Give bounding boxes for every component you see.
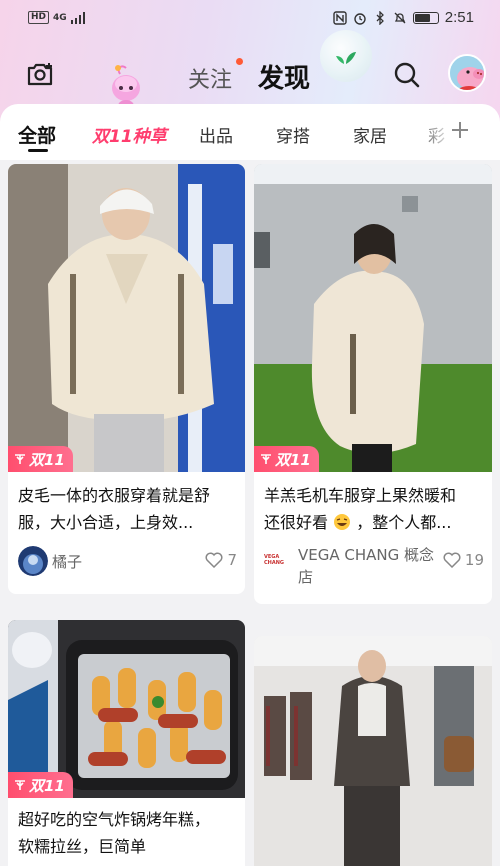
feed-card[interactable] — [254, 636, 492, 866]
like-count: 19 — [464, 551, 484, 569]
plus-icon[interactable] — [448, 118, 472, 142]
camera-icon[interactable] — [24, 58, 56, 90]
badge-label: 双11 — [275, 450, 311, 469]
author-name[interactable]: VEGA CHANG 概念 店 — [298, 544, 448, 588]
feed-card[interactable]: 双11 羊羔毛机车服穿上果然暖和 还很好看 ，整个人都... VEGA CHAN… — [254, 164, 492, 604]
tab-outfits[interactable]: 穿搭 — [276, 122, 310, 147]
title-line: 皮毛一体的衣服穿着就是舒 — [18, 486, 211, 505]
alarm-icon — [354, 12, 366, 25]
tmall-icon — [261, 454, 271, 464]
badge-label: 双11 — [29, 776, 65, 795]
double11-badge: 双11 — [8, 772, 73, 798]
tab-products[interactable]: 出品 — [199, 122, 233, 147]
tab-follow[interactable]: 关注 — [188, 62, 232, 94]
title-line: 软糯拉丝，巨简单 — [18, 837, 147, 856]
title-line: 服，大小合适，上身效... — [18, 513, 194, 532]
double11-badge: 双11 — [8, 446, 73, 472]
feed-grid: 双11 皮毛一体的衣服穿着就是舒 服，大小合适，上身效... 橘子 7 双11 … — [0, 160, 500, 866]
title-text: ，整个人都... — [356, 513, 452, 532]
status-bar: HD 4G 2:51 — [0, 0, 500, 36]
title-line: 羊羔毛机车服穿上果然暖和 — [264, 486, 457, 505]
laugh-emoji-icon — [334, 514, 351, 530]
bluetooth-icon — [376, 10, 384, 25]
tab-discover[interactable]: 发现 — [258, 58, 310, 95]
heart-icon — [443, 552, 461, 568]
decorative-bubble — [320, 30, 372, 82]
profile-avatar[interactable] — [448, 54, 486, 92]
card-title: 羊羔毛机车服穿上果然暖和 还很好看 ，整个人都... — [264, 482, 484, 536]
tab-double11[interactable]: 双11种草 — [92, 122, 167, 147]
card-image: 双11 — [8, 164, 245, 472]
like-button[interactable]: 19 — [443, 551, 484, 569]
like-count: 7 — [227, 551, 237, 569]
author-avatar[interactable] — [18, 546, 48, 576]
tmall-icon — [15, 780, 25, 790]
sprout-icon — [336, 52, 356, 64]
tab-home[interactable]: 家居 — [353, 122, 387, 147]
outfit-photo — [254, 636, 492, 866]
notification-dot — [236, 58, 243, 65]
author-name-line: 店 — [298, 568, 314, 586]
heart-icon — [205, 552, 223, 568]
title-text: 还很好看 — [264, 513, 329, 532]
title-line: 超好吃的空气炸锅烤年糕， — [18, 810, 211, 829]
status-time: 2:51 — [444, 9, 474, 26]
tmall-icon — [15, 454, 25, 464]
author-name-line: VEGA CHANG 概念 — [298, 546, 435, 564]
tab-all[interactable]: 全部 — [18, 121, 56, 148]
title-line: 还很好看 ，整个人都... — [264, 509, 484, 536]
top-nav: 关注 发现 — [0, 30, 500, 112]
feed-card[interactable]: 双11 皮毛一体的衣服穿着就是舒 服，大小合适，上身效... 橘子 7 — [8, 164, 245, 594]
card-image: 双11 — [8, 620, 245, 798]
card-title: 超好吃的空气炸锅烤年糕， 软糯拉丝，巨简单 — [18, 806, 237, 860]
jacket-photo — [8, 164, 245, 472]
card-image — [254, 636, 492, 866]
author-row: VEGA CHANG VEGA CHANG 概念 店 19 — [264, 546, 484, 594]
battery-icon — [412, 11, 439, 24]
card-image: 双11 — [254, 164, 492, 472]
badge-label: 双11 — [29, 450, 65, 469]
author-name[interactable]: 橘子 — [52, 551, 82, 572]
hd-indicator: HD — [28, 11, 50, 24]
nfc-icon — [333, 10, 347, 25]
card-title: 皮毛一体的衣服穿着就是舒 服，大小合适，上身效... — [18, 482, 237, 536]
like-button[interactable]: 7 — [205, 551, 237, 569]
signal-indicator: 4G — [53, 12, 67, 23]
double11-badge: 双11 — [254, 446, 319, 472]
feed-card[interactable]: 双11 超好吃的空气炸锅烤年糕， 软糯拉丝，巨简单 — [8, 620, 245, 866]
active-tab-indicator — [28, 149, 48, 152]
search-icon[interactable] — [392, 60, 422, 90]
signal-bars-icon — [70, 11, 85, 24]
peppa-avatar-icon — [450, 56, 484, 90]
author-row: 橘子 7 — [18, 546, 237, 578]
author-logo[interactable]: VEGA CHANG — [264, 554, 294, 566]
category-tabs: 全部 双11种草 出品 穿搭 家居 彩 — [0, 104, 500, 160]
mute-icon — [394, 12, 406, 23]
jacket-photo — [254, 164, 492, 472]
